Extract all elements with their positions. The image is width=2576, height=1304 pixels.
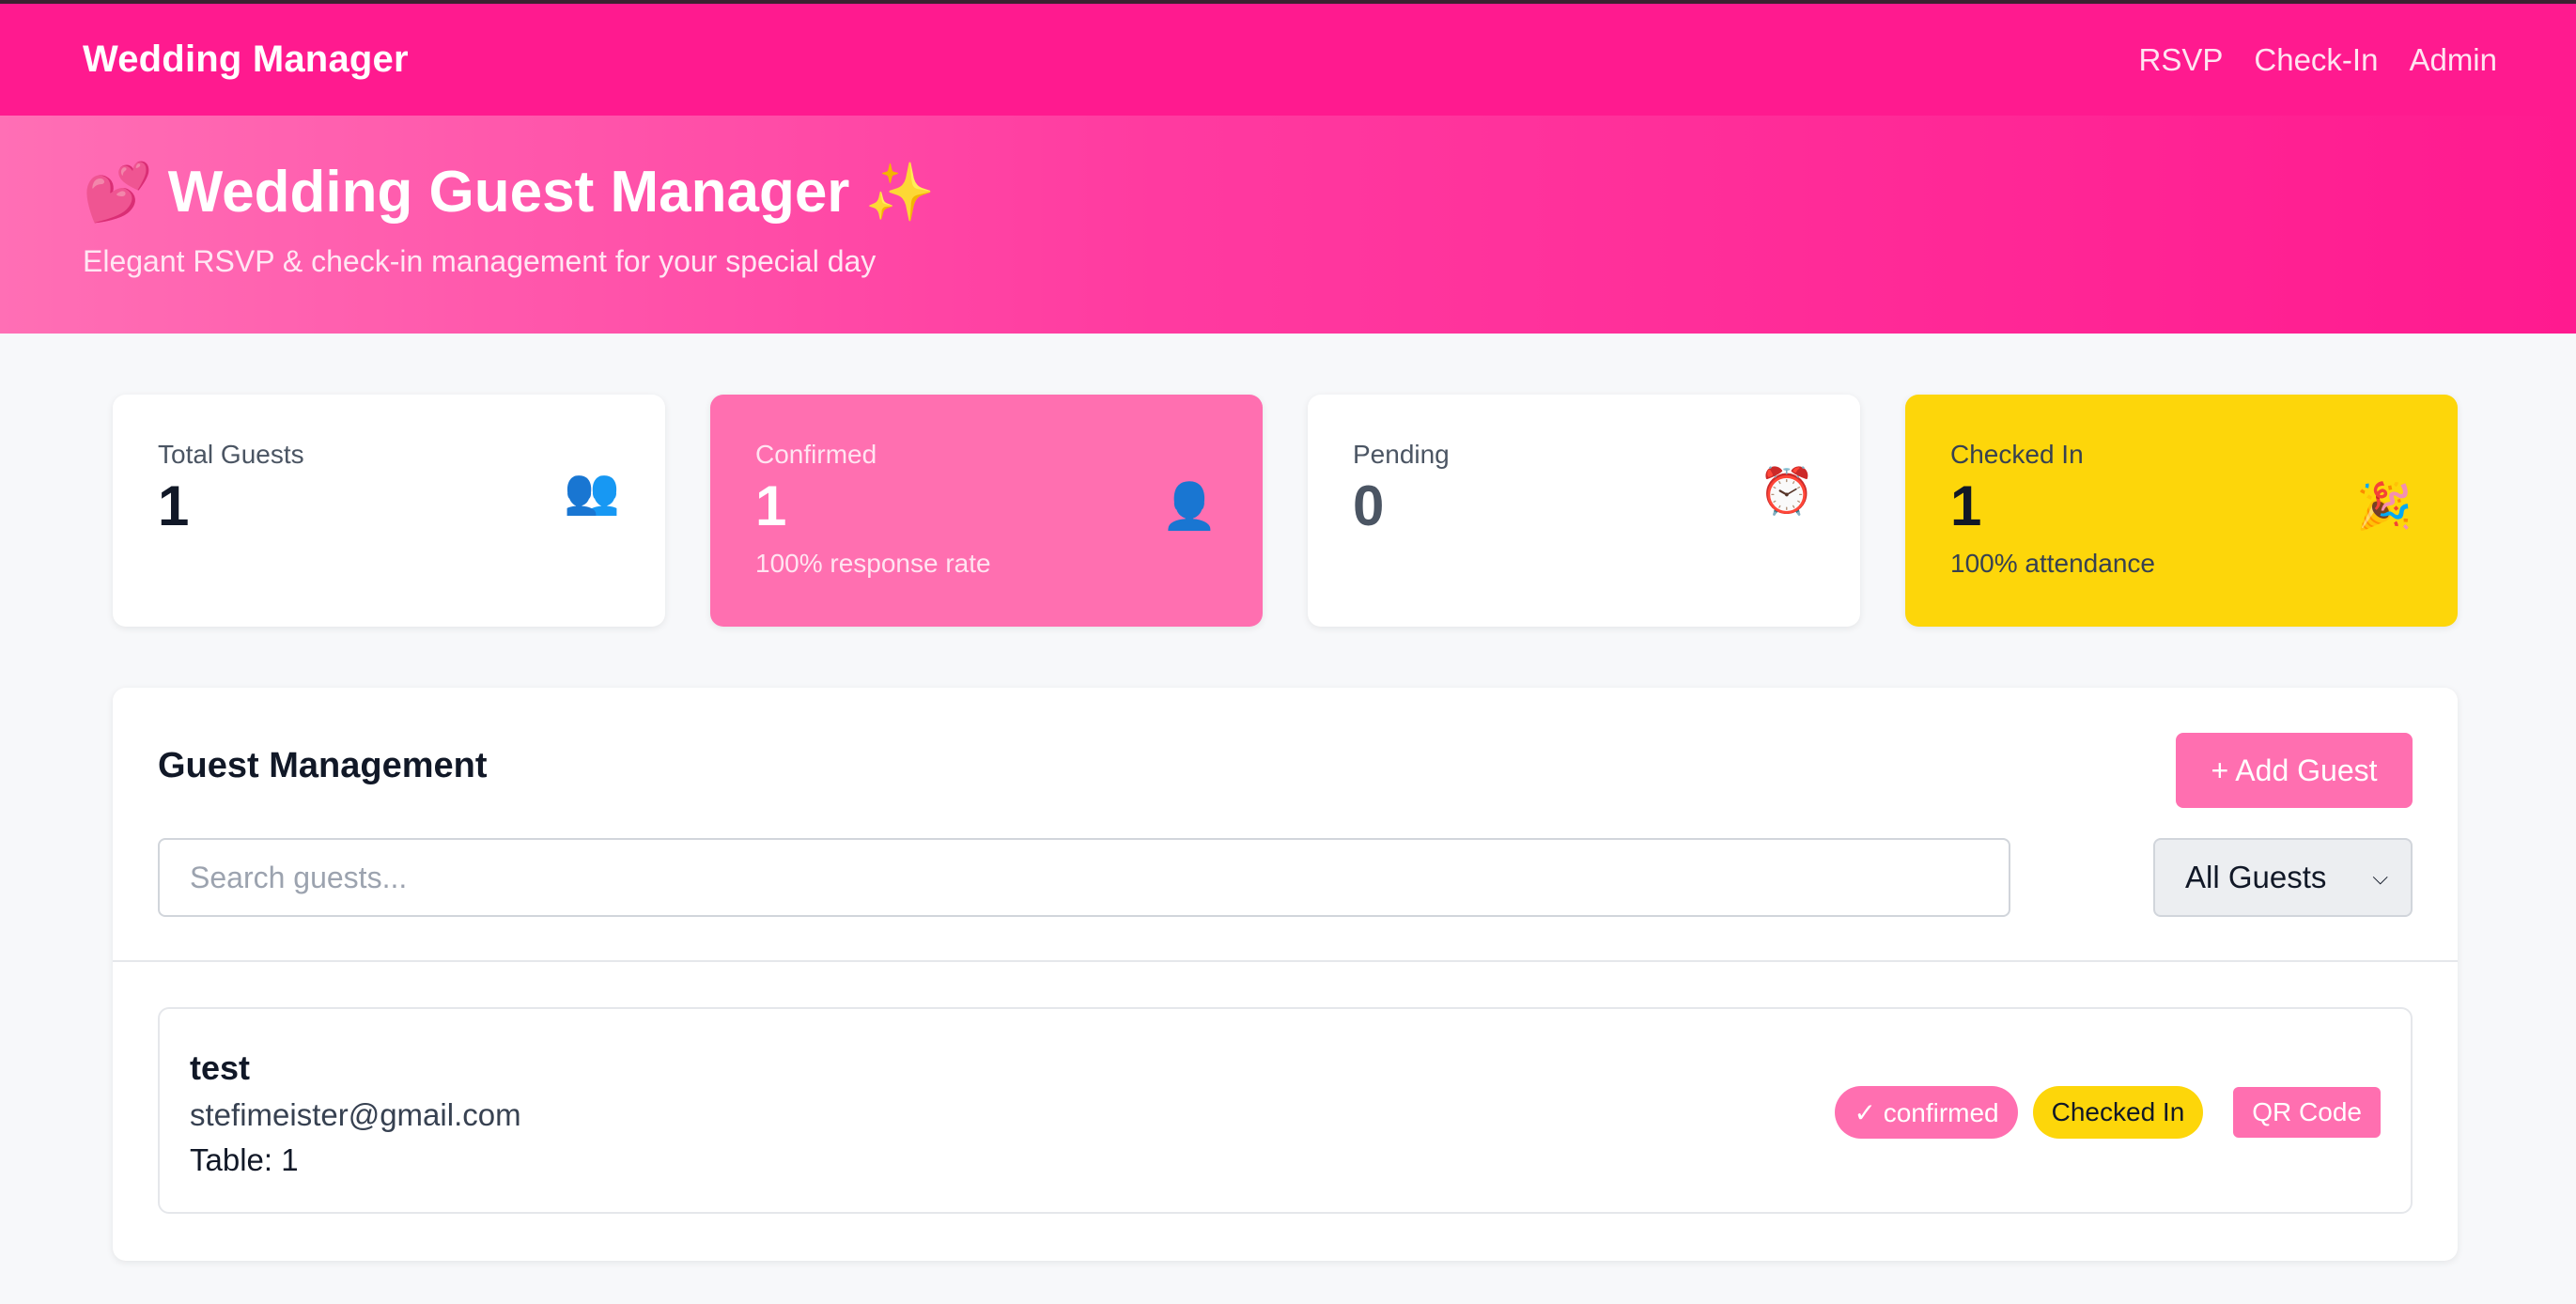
person-icon: 👤 xyxy=(1161,482,1218,532)
stat-card-pending: Pending 0 ⏰ xyxy=(1308,395,1860,627)
nav-link-check-in[interactable]: Check-In xyxy=(2254,42,2378,78)
stat-card-confirmed: Confirmed 1 100% response rate 👤 xyxy=(710,395,1263,627)
top-navbar: Wedding Manager RSVP Check-In Admin xyxy=(0,0,2576,116)
guest-email: stefimeister@gmail.com xyxy=(190,1097,521,1132)
checked-in-badge: Checked In xyxy=(2032,1086,2204,1139)
stat-label: Confirmed xyxy=(755,440,877,469)
guest-filter-select[interactable]: All Guests ⌵ xyxy=(2153,838,2413,917)
stat-value: 1 xyxy=(158,474,190,537)
guest-name: test xyxy=(190,1048,251,1087)
status-badge: ✓ confirmed xyxy=(1835,1086,2018,1139)
stat-subtext: 100% attendance xyxy=(1950,549,2155,578)
guest-list-item: test stefimeister@gmail.com Table: 1 ✓ c… xyxy=(158,1007,2413,1214)
stat-value: 0 xyxy=(1353,474,1385,537)
guest-management-panel: Guest Management + Add Guest All Guests … xyxy=(113,688,2458,1261)
main-nav: RSVP Check-In Admin xyxy=(2139,42,2497,78)
hero-banner: 💕 Wedding Guest Manager ✨ Elegant RSVP &… xyxy=(0,116,2576,334)
hearts-icon: 💕 xyxy=(83,160,153,224)
party-popper-icon: 🎉 xyxy=(2356,482,2413,532)
stat-label: Total Guests xyxy=(158,440,304,469)
hero-title-text: Wedding Guest Manager xyxy=(167,160,850,225)
nav-link-rsvp[interactable]: RSVP xyxy=(2139,42,2224,78)
people-icon: 👥 xyxy=(564,467,620,517)
chevron-down-icon: ⌵ xyxy=(2372,865,2388,889)
stat-card-checked-in: Checked In 1 100% attendance 🎉 xyxy=(1905,395,2458,627)
hero-title: 💕 Wedding Guest Manager ✨ xyxy=(83,159,2493,225)
panel-title: Guest Management xyxy=(158,746,488,785)
guest-table: Table: 1 xyxy=(190,1142,299,1177)
search-input[interactable] xyxy=(158,838,2010,917)
brand-title[interactable]: Wedding Manager xyxy=(83,39,409,81)
sparkles-icon: ✨ xyxy=(864,160,936,224)
add-guest-button[interactable]: + Add Guest xyxy=(2176,733,2413,808)
stat-subtext: 100% response rate xyxy=(755,549,991,578)
divider xyxy=(113,960,2458,962)
nav-link-admin[interactable]: Admin xyxy=(2409,42,2497,78)
stat-card-total-guests: Total Guests 1 👥 xyxy=(113,395,665,627)
stat-label: Checked In xyxy=(1950,440,2084,469)
qr-code-button[interactable]: QR Code xyxy=(2233,1087,2381,1138)
filter-selected-value: All Guests xyxy=(2185,860,2327,894)
stat-value: 1 xyxy=(1950,474,1982,537)
alarm-clock-icon: ⏰ xyxy=(1759,467,1815,517)
stat-label: Pending xyxy=(1353,440,1450,469)
stat-value: 1 xyxy=(755,474,787,537)
guest-badges: ✓ confirmed Checked In QR Code xyxy=(1835,1086,2381,1139)
hero-subtitle: Elegant RSVP & check-in management for y… xyxy=(83,244,877,278)
